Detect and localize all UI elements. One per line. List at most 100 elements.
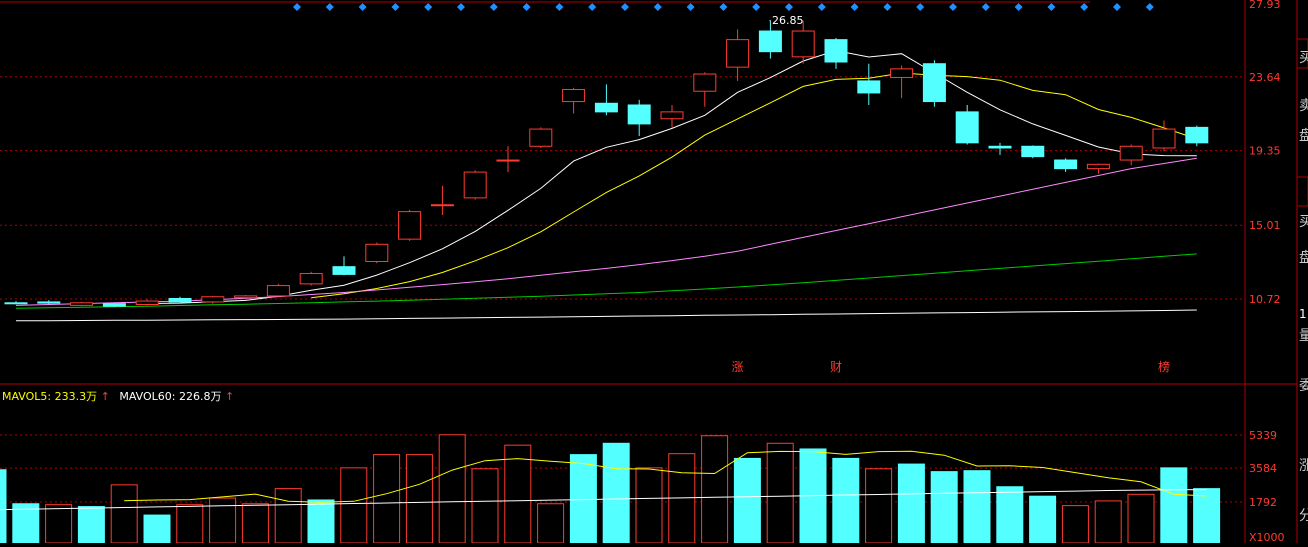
- volume-bar-down: [931, 472, 957, 543]
- volume-bar-up: [538, 504, 564, 543]
- volume-bar-down: [1161, 468, 1187, 543]
- volume-bar-down: [964, 471, 990, 543]
- volume-bar-down: [898, 464, 924, 543]
- candle-body-up: [1153, 129, 1175, 148]
- kline-chart-svg: 27.9323.6419.3515.0110.72533935841792 涨财…: [0, 0, 1308, 543]
- candle-body-up: [136, 301, 158, 304]
- right-side-panel: 买 卖 盘 买 盘 1 量 委 涨 分: [1297, 0, 1308, 543]
- candle: [727, 29, 749, 81]
- volume-tick-label: 5339: [1249, 429, 1277, 442]
- top-diamond-marker: [424, 3, 432, 11]
- event-marker: 财: [830, 360, 842, 374]
- candle-body-down: [628, 105, 650, 124]
- volume-bar-up: [767, 443, 793, 543]
- candle: [923, 60, 945, 106]
- candle: [759, 22, 781, 59]
- top-diamond-marker: [621, 3, 629, 11]
- panel-glyph-3: 买: [1299, 214, 1308, 230]
- candle-body-down: [1055, 160, 1077, 169]
- top-diamond-marker: [785, 3, 793, 11]
- top-diamond-marker: [851, 3, 859, 11]
- volume-bar-down: [1194, 489, 1220, 543]
- volume-bar-down: [833, 458, 859, 543]
- top-diamond-marker: [457, 3, 465, 11]
- candle: [1022, 145, 1044, 158]
- price-tick-label: 19.35: [1249, 145, 1281, 158]
- candle-body-up: [891, 69, 913, 78]
- candle: [792, 21, 814, 64]
- volume-bar-up: [472, 469, 498, 543]
- candle-body-up: [431, 205, 453, 206]
- top-diamond-marker: [293, 3, 301, 11]
- candle: [1186, 126, 1208, 147]
- candle: [399, 210, 421, 241]
- top-diamond-marker: [359, 3, 367, 11]
- legend-mavol5-arrow: ↑: [101, 390, 110, 403]
- panel-glyph-0: 买: [1299, 50, 1308, 66]
- candle: [464, 170, 486, 199]
- candle: [825, 38, 847, 69]
- candle-body-down: [169, 298, 191, 301]
- volume-bar-up: [1128, 494, 1154, 543]
- candle: [628, 100, 650, 136]
- top-diamond-marker: [818, 3, 826, 11]
- top-diamond-marker: [982, 3, 990, 11]
- candle-body-down: [5, 303, 27, 304]
- volume-legend: MAVOL5: 233.3万 ↑ MAVOL60: 226.8万 ↑: [2, 390, 234, 403]
- volume-tick-label: 3584: [1249, 462, 1277, 475]
- ma-line-ma120: [16, 310, 1197, 321]
- candle: [1120, 145, 1142, 166]
- volume-bar-up: [702, 436, 728, 543]
- candle: [530, 127, 552, 148]
- candle: [136, 299, 158, 305]
- candle-body-down: [595, 103, 617, 112]
- panel-glyph-9: 分: [1299, 508, 1308, 524]
- top-diamond-marker: [883, 3, 891, 11]
- volume-bar-down: [308, 500, 334, 543]
- volume-bar-up: [374, 455, 400, 543]
- candle-body-up: [792, 31, 814, 57]
- price-tick-label: 23.64: [1249, 71, 1281, 84]
- volume-bar-down: [1030, 496, 1056, 543]
- top-diamond-marker: [1080, 3, 1088, 11]
- volume-bar-down: [570, 455, 596, 543]
- candle-body-up: [530, 129, 552, 146]
- candle: [891, 65, 913, 98]
- candle: [300, 272, 322, 286]
- top-diamond-marker: [490, 3, 498, 11]
- top-diamond-marker: [1113, 3, 1121, 11]
- top-diamond-marker: [523, 3, 531, 11]
- candle: [694, 72, 716, 106]
- ma-line-ma20: [16, 158, 1197, 305]
- candle-body-up: [727, 40, 749, 68]
- candle: [5, 301, 27, 304]
- volume-bars: [0, 435, 1220, 543]
- candle-body-up: [563, 90, 585, 102]
- candle-body-up: [1120, 146, 1142, 160]
- top-diamond-marker: [1146, 3, 1154, 11]
- stock-chart: 27.9323.6419.3515.0110.72533935841792 涨财…: [0, 0, 1308, 543]
- volume-bar-up: [439, 435, 465, 543]
- candle: [989, 143, 1011, 155]
- volume-bar-up: [505, 445, 531, 543]
- candle: [661, 105, 683, 127]
- top-diamond-marker: [916, 3, 924, 11]
- volume-bar-up: [275, 489, 301, 543]
- candle-body-up: [71, 303, 93, 306]
- volume-bar-up: [210, 498, 236, 543]
- volume-unit-label: X1000: [1249, 531, 1285, 543]
- volume-bar-up: [111, 485, 137, 543]
- candle-body-up: [202, 297, 224, 302]
- candle-body-up: [366, 244, 388, 261]
- candle-body-down: [759, 31, 781, 52]
- volume-bar-down: [734, 458, 760, 543]
- top-diamond-marker: [326, 3, 334, 11]
- candle: [333, 256, 355, 275]
- candle-body-down: [1022, 146, 1044, 156]
- candle-body-down: [333, 267, 355, 275]
- panel-glyph-1: 卖: [1299, 98, 1308, 114]
- axis-labels: 27.9323.6419.3515.0110.72533935841792: [1249, 0, 1281, 509]
- price-tick-label: 15.01: [1249, 219, 1281, 232]
- volume-bar-down: [144, 515, 170, 543]
- candle-body-up: [694, 74, 716, 91]
